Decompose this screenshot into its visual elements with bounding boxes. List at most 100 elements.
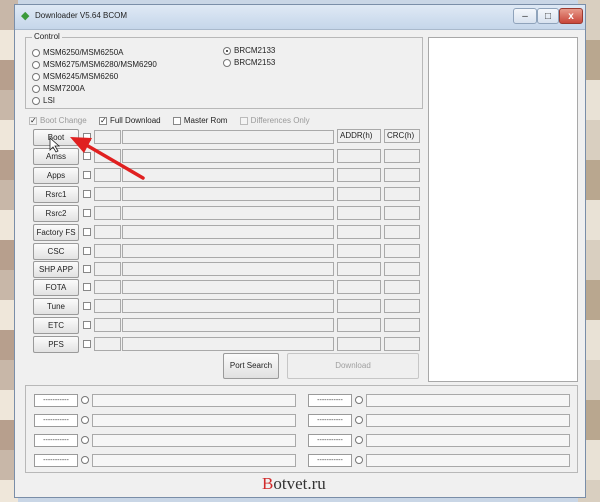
factory-fs-crc-field[interactable] [384, 225, 420, 239]
pfs-type-field[interactable] [94, 337, 121, 351]
rsrc1-crc-field[interactable] [384, 187, 420, 201]
tune-path-field[interactable] [122, 299, 334, 313]
download-button[interactable]: Download [287, 353, 419, 379]
etc-type-field[interactable] [94, 318, 121, 332]
amss-crc-field[interactable] [384, 149, 420, 163]
tune-crc-field[interactable] [384, 299, 420, 313]
full-download-checkbox[interactable] [98, 115, 107, 127]
port-select-radio[interactable] [81, 436, 89, 444]
etc-addr-field[interactable] [337, 318, 381, 332]
amss-checkbox[interactable] [83, 152, 91, 160]
radio-brcm2153[interactable]: BRCM2153 [223, 57, 275, 69]
pfs-button[interactable]: PFS [33, 336, 79, 353]
radio-lsi[interactable]: LSI [32, 95, 55, 107]
rsrc1-path-field[interactable] [122, 187, 334, 201]
boot-type-field[interactable] [94, 130, 121, 144]
rsrc1-button[interactable]: Rsrc1 [33, 186, 79, 203]
tune-addr-field[interactable] [337, 299, 381, 313]
apps-checkbox[interactable] [83, 171, 91, 179]
etc-crc-field[interactable] [384, 318, 420, 332]
shp-app-button[interactable]: SHP APP [33, 261, 79, 278]
radio-msm6250[interactable]: MSM6250/MSM6250A [32, 47, 123, 59]
port-search-button[interactable]: Port Search [223, 353, 279, 379]
fota-checkbox[interactable] [83, 283, 91, 291]
rsrc2-button[interactable]: Rsrc2 [33, 205, 79, 222]
csc-addr-field[interactable] [337, 244, 381, 258]
csc-button[interactable]: CSC [33, 243, 79, 260]
radio-msm6275[interactable]: MSM6275/MSM6280/MSM6290 [32, 59, 157, 71]
master-rom-option[interactable]: Master Rom [172, 115, 227, 127]
csc-type-field[interactable] [94, 244, 121, 258]
log-panel[interactable] [428, 37, 578, 382]
shp-app-path-field[interactable] [122, 262, 334, 276]
port-select-radio[interactable] [81, 456, 89, 464]
rsrc2-addr-field[interactable] [337, 206, 381, 220]
etc-button[interactable]: ETC [33, 317, 79, 334]
title-bar[interactable]: ◆ Downloader V5.64 BCOM – □ x [15, 5, 585, 30]
factory-fs-checkbox[interactable] [83, 228, 91, 236]
apps-button[interactable]: Apps [33, 167, 79, 184]
csc-checkbox[interactable] [83, 247, 91, 255]
radio-indicator[interactable] [223, 59, 231, 67]
factory-fs-button[interactable]: Factory FS [33, 224, 79, 241]
tune-button[interactable]: Tune [33, 298, 79, 315]
fota-path-field[interactable] [122, 280, 334, 294]
fota-type-field[interactable] [94, 280, 121, 294]
amss-addr-field[interactable] [337, 149, 381, 163]
amss-path-field[interactable] [122, 149, 334, 163]
tune-type-field[interactable] [94, 299, 121, 313]
rsrc1-type-field[interactable] [94, 187, 121, 201]
maximize-button[interactable]: □ [537, 8, 559, 24]
radio-indicator[interactable] [32, 49, 40, 57]
minimize-button[interactable]: – [513, 8, 537, 24]
shp-app-crc-field[interactable] [384, 262, 420, 276]
close-button[interactable]: x [559, 8, 583, 24]
tune-checkbox[interactable] [83, 302, 91, 310]
radio-msm7200a[interactable]: MSM7200A [32, 83, 85, 95]
rsrc2-path-field[interactable] [122, 206, 334, 220]
etc-path-field[interactable] [122, 318, 334, 332]
rsrc2-type-field[interactable] [94, 206, 121, 220]
master-rom-checkbox[interactable] [172, 116, 181, 125]
fota-addr-field[interactable] [337, 280, 381, 294]
port-select-radio[interactable] [355, 396, 363, 404]
pfs-checkbox[interactable] [83, 340, 91, 348]
factory-fs-addr-field[interactable] [337, 225, 381, 239]
pfs-addr-field[interactable] [337, 337, 381, 351]
etc-checkbox[interactable] [83, 321, 91, 329]
radio-indicator[interactable] [32, 97, 40, 105]
boot-button[interactable]: Boot [33, 129, 79, 146]
amss-button[interactable]: Amss [33, 148, 79, 165]
radio-indicator[interactable] [32, 61, 40, 69]
fota-button[interactable]: FOTA [33, 279, 79, 296]
shp-app-checkbox[interactable] [83, 265, 91, 273]
boot-path-field[interactable] [122, 130, 334, 144]
port-select-radio[interactable] [355, 456, 363, 464]
amss-type-field[interactable] [94, 149, 121, 163]
shp-app-type-field[interactable] [94, 262, 121, 276]
radio-indicator[interactable] [32, 85, 40, 93]
pfs-path-field[interactable] [122, 337, 334, 351]
factory-fs-type-field[interactable] [94, 225, 121, 239]
pfs-crc-field[interactable] [384, 337, 420, 351]
boot-checkbox[interactable] [83, 133, 91, 141]
rsrc1-addr-field[interactable] [337, 187, 381, 201]
rsrc1-checkbox[interactable] [83, 190, 91, 198]
radio-msm6245[interactable]: MSM6245/MSM6260 [32, 71, 118, 83]
csc-crc-field[interactable] [384, 244, 420, 258]
apps-path-field[interactable] [122, 168, 334, 182]
fota-crc-field[interactable] [384, 280, 420, 294]
full-download-option[interactable]: Full Download [98, 115, 161, 127]
rsrc2-crc-field[interactable] [384, 206, 420, 220]
apps-crc-field[interactable] [384, 168, 420, 182]
radio-brcm2133[interactable]: BRCM2133 [223, 45, 275, 57]
port-select-radio[interactable] [81, 416, 89, 424]
csc-path-field[interactable] [122, 244, 334, 258]
port-select-radio[interactable] [355, 416, 363, 424]
factory-fs-path-field[interactable] [122, 225, 334, 239]
radio-indicator-selected[interactable] [223, 47, 231, 55]
apps-addr-field[interactable] [337, 168, 381, 182]
port-select-radio[interactable] [355, 436, 363, 444]
port-select-radio[interactable] [81, 396, 89, 404]
radio-indicator[interactable] [32, 73, 40, 81]
